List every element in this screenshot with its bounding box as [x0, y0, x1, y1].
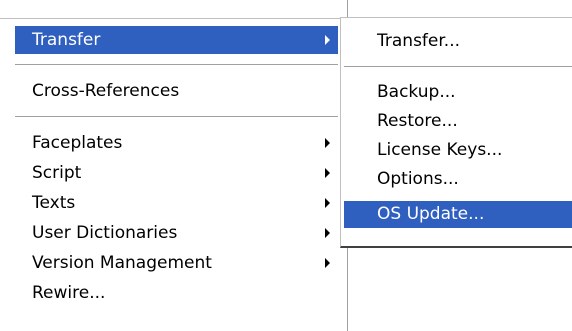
main-menu: Transfer Cross-References Faceplates Scr…	[0, 0, 348, 331]
menu-item-label: Script	[32, 163, 82, 183]
submenu-item-label: Backup...	[377, 82, 456, 102]
submenu-separator	[344, 66, 572, 68]
submenu-item-label: Options...	[377, 169, 459, 189]
submenu-item-label: License Keys...	[377, 140, 503, 160]
menu-item-version-management[interactable]: Version Management	[15, 249, 338, 277]
transfer-submenu: Transfer... Backup... Restore... License…	[340, 17, 572, 248]
submenu-item-restore[interactable]: Restore...	[344, 108, 572, 135]
menu-item-label: Cross-References	[32, 81, 180, 101]
menu-item-label: Rewire...	[32, 283, 106, 303]
submenu-item-backup[interactable]: Backup...	[344, 79, 572, 106]
submenu-arrow-icon	[325, 168, 330, 178]
menu-item-texts[interactable]: Texts	[15, 189, 338, 217]
menu-item-cross-references[interactable]: Cross-References	[15, 77, 338, 105]
submenu-item-license-keys[interactable]: License Keys...	[344, 137, 572, 164]
submenu-item-os-update[interactable]: OS Update...	[344, 201, 572, 228]
menu-item-user-dictionaries[interactable]: User Dictionaries	[15, 219, 338, 247]
submenu-item-label: OS Update...	[377, 204, 485, 224]
menu-item-label: User Dictionaries	[32, 223, 178, 243]
submenu-arrow-icon	[325, 35, 330, 45]
menu-item-rewire[interactable]: Rewire...	[15, 279, 338, 307]
submenu-arrow-icon	[325, 258, 330, 268]
menu-item-faceplates[interactable]: Faceplates	[15, 129, 338, 157]
menu-item-label: Version Management	[32, 253, 212, 273]
menu-item-label: Faceplates	[32, 133, 123, 153]
submenu-item-label: Restore...	[377, 111, 458, 131]
menu-item-transfer[interactable]: Transfer	[15, 26, 338, 54]
submenu-arrow-icon	[325, 198, 330, 208]
menu-top-edge	[0, 0, 347, 19]
menu-item-label: Texts	[32, 193, 76, 213]
menu-item-script[interactable]: Script	[15, 159, 338, 187]
submenu-arrow-icon	[325, 138, 330, 148]
menu-separator	[15, 64, 338, 66]
menu-separator	[15, 116, 338, 118]
submenu-item-options[interactable]: Options...	[344, 166, 572, 193]
submenu-item-transfer[interactable]: Transfer...	[344, 28, 572, 55]
submenu-arrow-icon	[325, 228, 330, 238]
menu-item-label: Transfer	[32, 30, 101, 50]
submenu-item-label: Transfer...	[377, 31, 461, 51]
